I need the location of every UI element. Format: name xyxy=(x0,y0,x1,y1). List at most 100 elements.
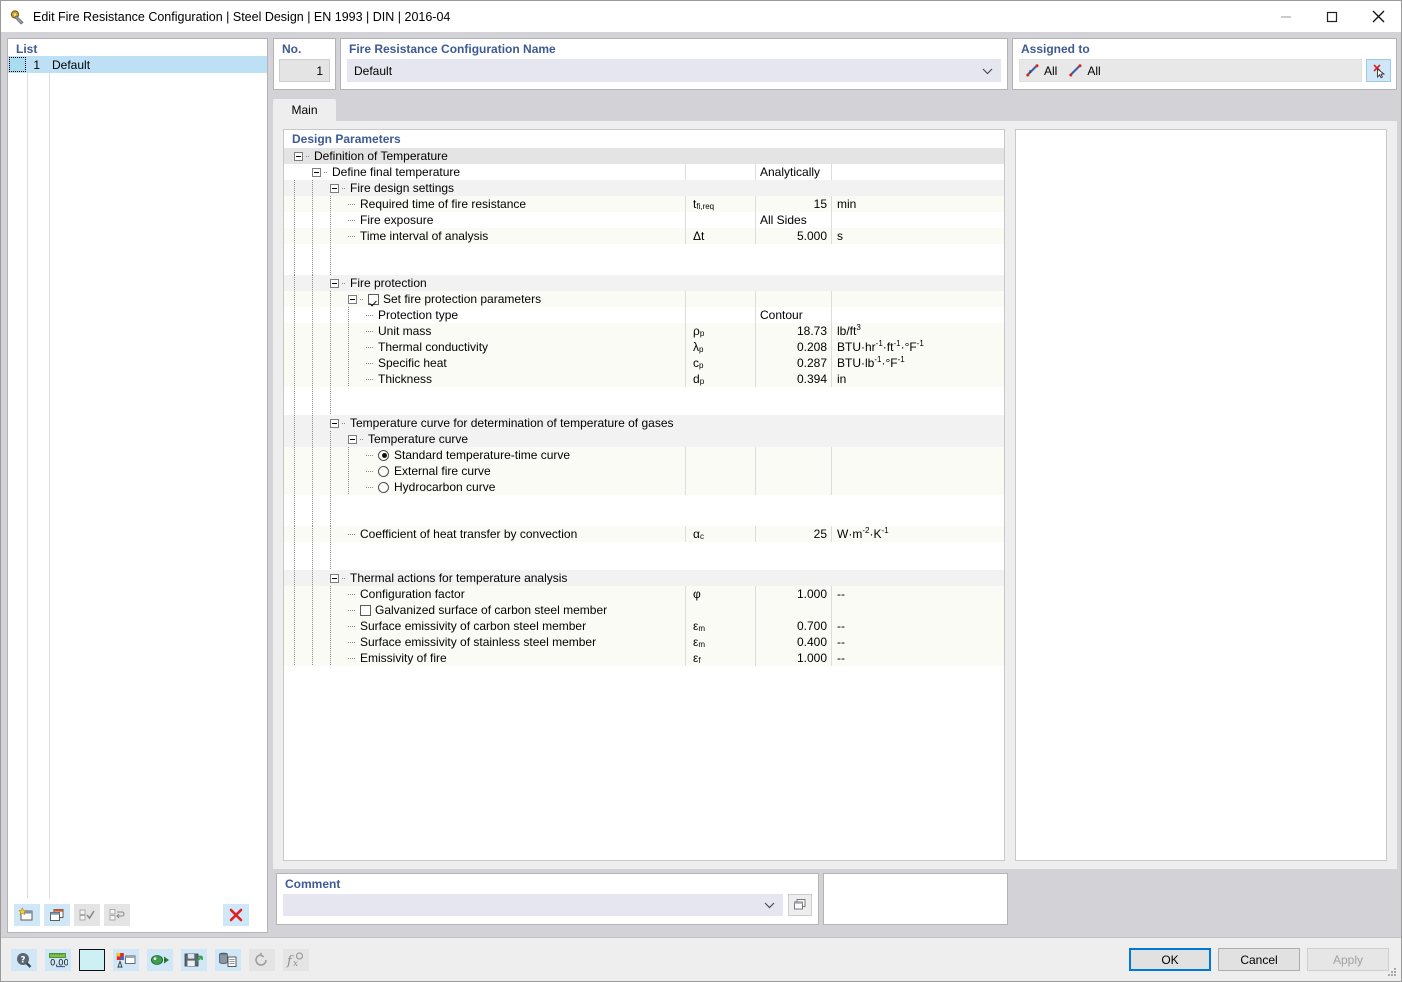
units-button[interactable]: 0,00 xyxy=(45,948,71,971)
select-objects-button[interactable] xyxy=(1366,59,1391,82)
tree-row[interactable]: Hydrocarbon curve xyxy=(284,479,1004,495)
row-selector[interactable] xyxy=(9,57,26,72)
tab-main[interactable]: Main xyxy=(273,99,336,121)
tree-row[interactable]: Time interval of analysis Δt 5.000 s xyxy=(284,228,1004,244)
tree-row-value[interactable]: 5.000 xyxy=(755,228,831,244)
tree-row-value[interactable] xyxy=(755,463,831,479)
tree-row-value[interactable] xyxy=(755,291,831,307)
chevron-down-icon[interactable] xyxy=(764,898,775,912)
comment-picker-button[interactable] xyxy=(788,894,812,916)
tree-row[interactable]: Thermal actions for temperature analysis xyxy=(284,570,1004,586)
tree-guide-line xyxy=(348,355,349,371)
tree-row-value[interactable]: 0.700 xyxy=(755,618,831,634)
cancel-button[interactable]: Cancel xyxy=(1218,948,1300,971)
design-parameters-tree[interactable]: Definition of Temperature Define final te… xyxy=(284,148,1004,666)
tree-row[interactable]: Fire design settings xyxy=(284,180,1004,196)
copy-item-button[interactable] xyxy=(44,904,70,926)
tree-row-value[interactable]: 15 xyxy=(755,196,831,212)
comment-input[interactable] xyxy=(283,894,783,916)
tree-row[interactable]: Fire protection xyxy=(284,275,1004,291)
ok-button[interactable]: OK xyxy=(1129,948,1211,971)
tree-row-symbol xyxy=(685,260,755,276)
tree-row-value[interactable] xyxy=(755,447,831,463)
maximize-button[interactable] xyxy=(1309,1,1355,32)
tree-row-value[interactable]: All Sides xyxy=(755,212,831,228)
number-field: 1 xyxy=(279,59,330,82)
tree-row[interactable]: Surface emissivity of stainless steel me… xyxy=(284,634,1004,650)
tree-guide-line xyxy=(312,431,313,447)
close-button[interactable] xyxy=(1355,1,1401,32)
tree-row[interactable]: Temperature curve xyxy=(284,431,1004,447)
tree-guide-line xyxy=(330,618,331,634)
tree-row[interactable]: Temperature curve for determination of t… xyxy=(284,415,1004,431)
collapse-expand-icon[interactable] xyxy=(330,278,339,288)
tree-row-unit: s xyxy=(831,228,1004,244)
tree-row-value[interactable] xyxy=(755,602,831,618)
radio-button[interactable] xyxy=(378,481,389,493)
tree-row-value[interactable]: Contour xyxy=(755,307,831,323)
collapse-expand-icon[interactable] xyxy=(330,573,339,583)
tree-row-value[interactable] xyxy=(755,260,831,276)
collapse-expand-icon[interactable] xyxy=(294,151,303,161)
assigned-field[interactable]: x All All xyxy=(1019,59,1362,82)
chevron-down-icon[interactable] xyxy=(982,64,993,78)
tree-row-value[interactable]: 18.73 xyxy=(755,323,831,339)
tree-row-value[interactable]: 1.000 xyxy=(755,586,831,602)
save-button[interactable] xyxy=(181,948,207,971)
tree-row-value[interactable]: 0.400 xyxy=(755,634,831,650)
help-button[interactable]: ? xyxy=(11,948,37,971)
minimize-button[interactable] xyxy=(1263,1,1309,32)
tree-row[interactable]: Protection type Contour xyxy=(284,307,1004,323)
checkbox[interactable] xyxy=(360,604,371,616)
import-button[interactable] xyxy=(147,948,173,971)
collapse-expand-icon[interactable] xyxy=(312,167,321,177)
tree-row[interactable]: Set fire protection parameters xyxy=(284,291,1004,307)
tree-row-value[interactable]: 0.208 xyxy=(755,339,831,355)
collapse-expand-icon[interactable] xyxy=(348,294,357,304)
tree-row-value[interactable]: 0.394 xyxy=(755,371,831,387)
tree-row[interactable]: Unit mass ρ p 18.73 lb/ft 3 xyxy=(284,323,1004,339)
bottom-bar: ? 0,00 f x OK Cancel Apply xyxy=(1,937,1401,981)
database-button[interactable] xyxy=(215,948,241,971)
tree-row[interactable]: Required time of fire resistance t fi,req 1… xyxy=(284,196,1004,212)
tree-row[interactable]: Galvanized surface of carbon steel membe… xyxy=(284,602,1004,618)
tree-row[interactable]: Thermal conductivity λ p 0.208 BTU·hr -1 ·ft -1… xyxy=(284,339,1004,355)
list-body[interactable]: 1 Default xyxy=(8,56,267,898)
tree-row-value[interactable] xyxy=(755,511,831,527)
tree-row-value[interactable] xyxy=(755,495,831,511)
tree-row-value[interactable] xyxy=(755,244,831,260)
tree-row-value[interactable]: 25 xyxy=(755,526,831,542)
collapse-expand-icon[interactable] xyxy=(330,183,339,193)
dialog-window: Edit Fire Resistance Configuration | Ste… xyxy=(0,0,1402,982)
radio-button[interactable] xyxy=(378,449,389,461)
tree-row[interactable]: Fire exposure All Sides xyxy=(284,212,1004,228)
delete-item-button[interactable] xyxy=(223,904,249,926)
tree-row[interactable]: Standard temperature-time curve xyxy=(284,447,1004,463)
settings-button[interactable] xyxy=(113,948,139,971)
tree-guide-line xyxy=(312,323,313,339)
tree-row-label-cell: Hydrocarbon curve xyxy=(284,479,685,495)
name-combobox[interactable]: Default xyxy=(347,59,1001,82)
list-item[interactable]: 1 Default xyxy=(8,56,267,73)
checkbox[interactable] xyxy=(368,293,379,305)
tree-row[interactable]: External fire curve xyxy=(284,463,1004,479)
color-button[interactable] xyxy=(79,948,105,971)
collapse-expand-icon[interactable] xyxy=(330,418,339,428)
tree-row[interactable]: Specific heat c p 0.287 BTU·lb -1 ·°F -1 xyxy=(284,355,1004,371)
tree-row[interactable]: Definition of Temperature xyxy=(284,148,1004,164)
tree-row-value[interactable] xyxy=(755,479,831,495)
tree-row[interactable]: Define final temperature Analytically xyxy=(284,164,1004,180)
tree-row[interactable]: Surface emissivity of carbon steel membe… xyxy=(284,618,1004,634)
tree-row[interactable]: Configuration factor φ 1.000 -- xyxy=(284,586,1004,602)
collapse-expand-icon[interactable] xyxy=(348,434,357,444)
radio-button[interactable] xyxy=(378,465,389,477)
tree-row-value[interactable]: 0.287 xyxy=(755,355,831,371)
tree-row-value[interactable]: Analytically xyxy=(755,164,831,180)
resize-grip[interactable] xyxy=(1386,966,1398,978)
tree-row[interactable]: Thickness d p 0.394 in xyxy=(284,371,1004,387)
tree-row[interactable]: Coefficient of heat transfer by convecti… xyxy=(284,526,1004,542)
new-item-button[interactable] xyxy=(14,904,40,926)
tree-row[interactable]: Emissivity of fire ε f 1.000 -- xyxy=(284,650,1004,666)
tree-row-value[interactable]: 1.000 xyxy=(755,650,831,666)
